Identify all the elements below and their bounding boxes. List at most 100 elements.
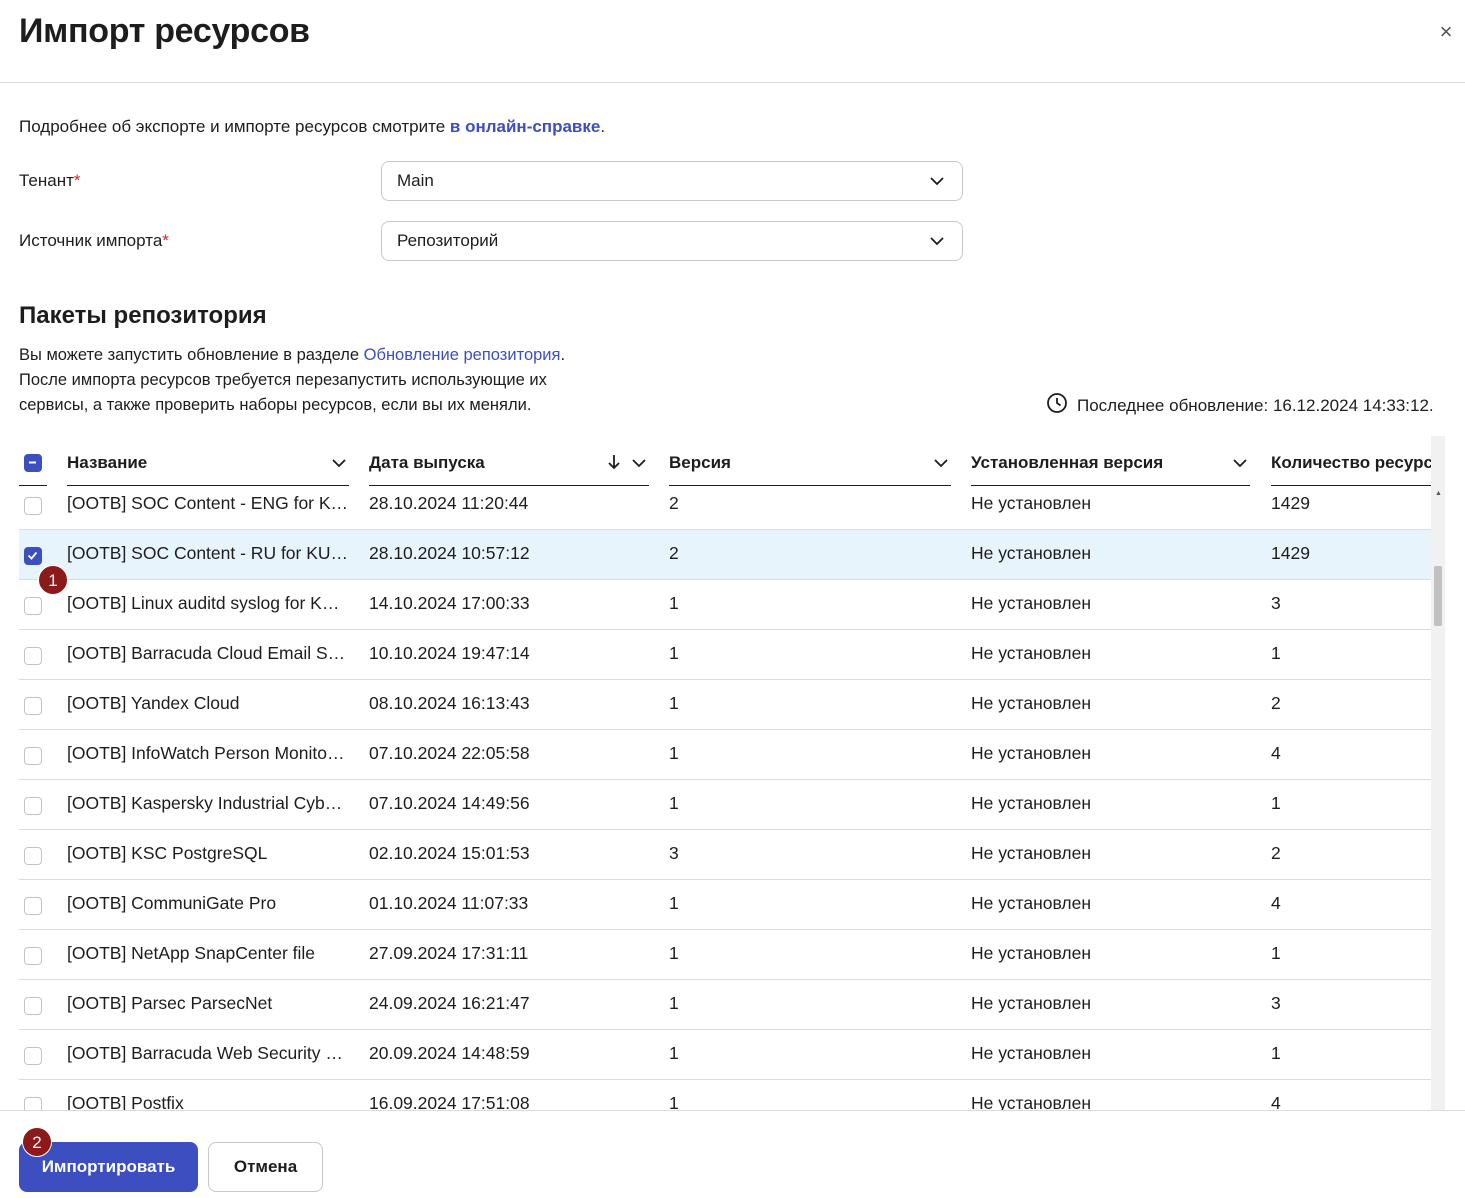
cell-resource-count: 3 xyxy=(1271,993,1281,1013)
cell-release-date: 01.10.2024 11:07:33 xyxy=(369,893,529,913)
packages-table: [OOTB] SOC Content - ENG for KU... 28.10.… xyxy=(19,436,1445,1110)
cell-name: [OOTB] SOC Content - RU for KUM... xyxy=(67,543,349,563)
cell-installed-version: Не установлен xyxy=(971,893,1091,913)
table-row[interactable]: [OOTB] KSC PostgreSQL 02.10.2024 15:01:53… xyxy=(19,830,1431,880)
column-header-resource-count[interactable]: Количество ресурсов xyxy=(1271,450,1445,486)
cell-resource-count: 3 xyxy=(1271,593,1281,613)
cell-version: 1 xyxy=(669,1043,679,1063)
repository-update-link[interactable]: Обновление репозитория xyxy=(364,346,561,364)
table-row[interactable]: [OOTB] Postfix 16.09.2024 17:51:08 1 Не уст… xyxy=(19,1080,1431,1110)
cell-release-date: 16.09.2024 17:51:08 xyxy=(369,1093,530,1110)
select-all-checkbox[interactable] xyxy=(24,454,42,472)
row-checkbox[interactable] xyxy=(24,997,42,1015)
cell-name: [OOTB] KSC PostgreSQL xyxy=(67,843,268,863)
row-checkbox[interactable] xyxy=(24,1097,42,1110)
tenant-select[interactable]: Main xyxy=(381,161,963,201)
table-row[interactable]: [OOTB] Kaspersky Industrial Cyber... 07.1… xyxy=(19,780,1431,830)
table-row[interactable]: [OOTB] Yandex Cloud 08.10.2024 16:13:43 1 Н… xyxy=(19,680,1431,730)
cancel-button[interactable]: Отмена xyxy=(208,1142,323,1192)
cell-release-date: 20.09.2024 14:48:59 xyxy=(369,1043,530,1063)
cell-resource-count: 4 xyxy=(1271,1093,1281,1110)
required-mark: * xyxy=(162,231,169,250)
row-checkbox[interactable] xyxy=(24,497,42,515)
row-checkbox[interactable] xyxy=(24,897,42,915)
cell-version: 1 xyxy=(669,793,679,813)
cell-release-date: 07.10.2024 22:05:58 xyxy=(369,743,530,763)
cell-installed-version: Не установлен xyxy=(971,993,1091,1013)
row-checkbox[interactable] xyxy=(24,597,42,615)
cell-release-date: 02.10.2024 15:01:53 xyxy=(369,843,530,863)
cell-resource-count: 1 xyxy=(1271,1043,1281,1063)
row-checkbox[interactable] xyxy=(24,947,42,965)
table-row[interactable]: [OOTB] Parsec ParsecNet 24.09.2024 16:21:… xyxy=(19,980,1431,1030)
table-row[interactable]: [OOTB] CommuniGate Pro 01.10.2024 11:07:3… xyxy=(19,880,1431,930)
scroll-up-arrow-icon[interactable]: ▲ xyxy=(1435,490,1442,497)
source-select-value: Репозиторий xyxy=(397,231,499,250)
chevron-down-icon[interactable] xyxy=(1232,453,1248,478)
cell-resource-count: 1 xyxy=(1271,943,1281,963)
scrollbar-thumb[interactable] xyxy=(1434,566,1442,626)
row-checkbox[interactable] xyxy=(24,797,42,815)
required-mark: * xyxy=(73,171,81,190)
table-row[interactable]: [OOTB] Linux auditd syslog for KU... 14.1… xyxy=(19,580,1431,630)
info-text-prefix: Подробнее об экспорте и импорте ресурсов… xyxy=(19,117,450,136)
cell-resource-count: 4 xyxy=(1271,743,1281,763)
desc-line-3: сервисы, а также проверить наборы ресурс… xyxy=(19,396,532,414)
cell-release-date: 28.10.2024 11:20:44 xyxy=(369,493,529,513)
desc-line-1: Вы можете запустить обновление в разделе… xyxy=(19,343,619,368)
last-update-text: Последнее обновление: 16.12.2024 14:33:1… xyxy=(1077,395,1434,415)
table-row[interactable]: [OOTB] NetApp SnapCenter file 27.09.2024 … xyxy=(19,930,1431,980)
packages-description: Вы можете запустить обновление в разделе… xyxy=(19,343,619,418)
cell-installed-version: Не установлен xyxy=(971,843,1091,863)
cell-installed-version: Не установлен xyxy=(971,943,1091,963)
cell-name: [OOTB] Barracuda Cloud Email Se... xyxy=(67,643,349,663)
cell-installed-version: Не установлен xyxy=(971,1093,1091,1110)
desc-line-2: После импорта ресурсов требуется перезап… xyxy=(19,371,547,389)
chevron-down-icon[interactable] xyxy=(933,453,949,478)
table-header: Название Дата выпуска Версия Установленн… xyxy=(19,436,1445,491)
sort-down-arrow-icon[interactable] xyxy=(607,452,621,477)
cell-version: 1 xyxy=(669,993,679,1013)
cell-installed-version: Не установлен xyxy=(971,793,1091,813)
column-header-date-label: Дата выпуска xyxy=(369,453,485,472)
cell-name: [OOTB] InfoWatch Person Monitor ... xyxy=(67,743,349,763)
chevron-down-icon[interactable] xyxy=(631,453,647,478)
cell-version: 1 xyxy=(669,593,679,613)
cell-release-date: 28.10.2024 10:57:12 xyxy=(369,543,530,563)
column-header-date[interactable]: Дата выпуска xyxy=(369,450,649,486)
row-checkbox[interactable] xyxy=(24,747,42,765)
source-select[interactable]: Репозиторий xyxy=(381,221,963,261)
checkmark-icon xyxy=(27,551,38,560)
column-header-name[interactable]: Название xyxy=(67,450,349,486)
row-checkbox[interactable] xyxy=(24,697,42,715)
table-row[interactable]: [OOTB] SOC Content - RU for KUM... 28.10.… xyxy=(19,530,1431,580)
row-checkbox[interactable] xyxy=(24,547,42,565)
close-icon[interactable]: × xyxy=(1436,21,1456,43)
cell-name: [OOTB] Postfix xyxy=(67,1093,184,1110)
dialog-header: Импорт ресурсов × xyxy=(0,0,1465,83)
info-text: Подробнее об экспорте и импорте ресурсов… xyxy=(19,117,605,137)
cell-resource-count: 1 xyxy=(1271,793,1281,813)
cell-resource-count: 1429 xyxy=(1271,543,1310,563)
chevron-down-icon xyxy=(929,231,945,256)
cell-version: 3 xyxy=(669,843,679,863)
cell-name: [OOTB] Yandex Cloud xyxy=(67,693,240,713)
table-row[interactable]: [OOTB] Barracuda Cloud Email Se... 10.10.… xyxy=(19,630,1431,680)
row-checkbox[interactable] xyxy=(24,847,42,865)
table-row[interactable]: [OOTB] InfoWatch Person Monitor ... 07.10… xyxy=(19,730,1431,780)
cell-version: 1 xyxy=(669,1093,679,1110)
cell-installed-version: Не установлен xyxy=(971,593,1091,613)
table-row[interactable]: [OOTB] Barracuda Web Security G... 20.09.… xyxy=(19,1030,1431,1080)
column-header-version[interactable]: Версия xyxy=(669,450,951,486)
chevron-down-icon[interactable] xyxy=(331,453,347,478)
table-scrollbar[interactable]: ▲ xyxy=(1431,436,1445,1110)
row-checkbox[interactable] xyxy=(24,1047,42,1065)
online-help-link[interactable]: в онлайн-справке xyxy=(450,117,600,136)
cell-release-date: 24.09.2024 16:21:47 xyxy=(369,993,530,1013)
column-header-installed-version[interactable]: Установленная версия xyxy=(971,450,1250,486)
clock-icon xyxy=(1046,392,1068,419)
cell-release-date: 27.09.2024 17:31:11 xyxy=(369,943,529,963)
row-checkbox[interactable] xyxy=(24,647,42,665)
step-badge-1: 1 xyxy=(38,565,68,595)
column-header-count-label: Количество ресурсов xyxy=(1271,453,1445,472)
